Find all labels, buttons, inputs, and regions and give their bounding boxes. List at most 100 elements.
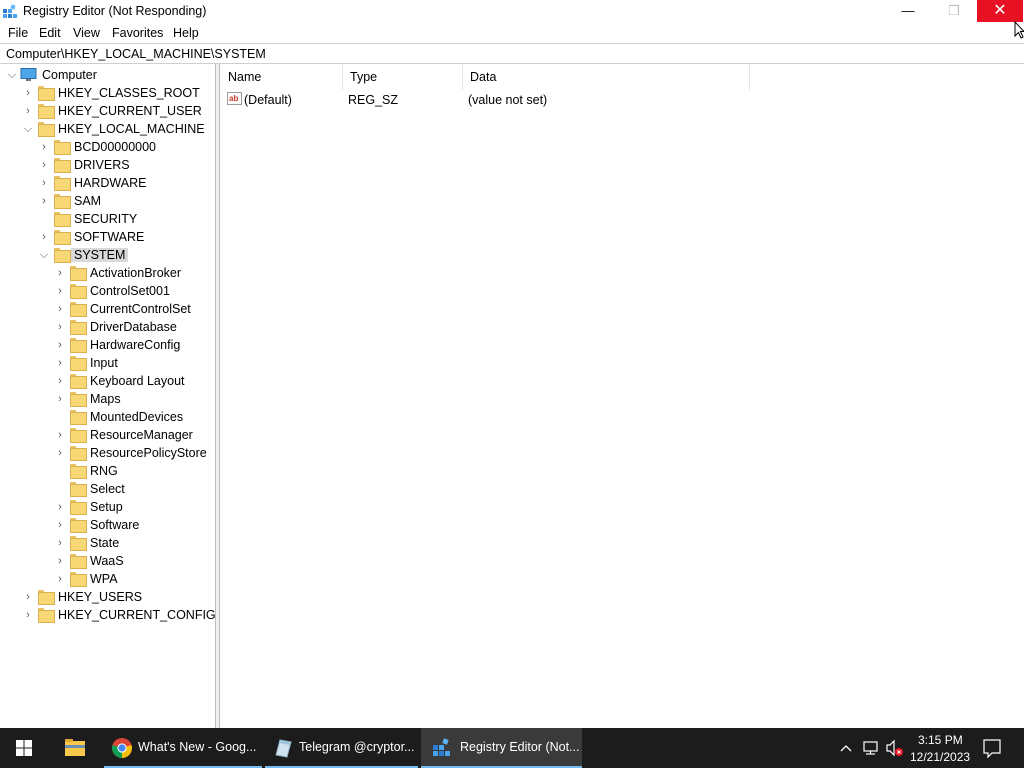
pane-splitter[interactable] bbox=[216, 64, 220, 728]
tree-item-hkey-current-user[interactable]: › HKEY_CURRENT_USER bbox=[0, 102, 215, 120]
clock-date[interactable]: 12/21/2023 bbox=[910, 750, 970, 764]
tree-item-bcd[interactable]: › BCD00000000 bbox=[0, 138, 215, 156]
tree-label: Setup bbox=[90, 500, 123, 514]
taskbar-app-chrome[interactable]: What's New - Goog... bbox=[104, 728, 262, 768]
chevron-right-icon[interactable]: › bbox=[54, 499, 66, 515]
tree-item-resourcemanager[interactable]: › ResourceManager bbox=[0, 426, 215, 444]
folder-icon bbox=[70, 446, 87, 461]
chevron-right-icon[interactable]: › bbox=[54, 391, 66, 407]
folder-icon bbox=[54, 194, 71, 209]
file-explorer-icon[interactable] bbox=[53, 728, 97, 768]
menu-favorites[interactable]: Favorites bbox=[112, 26, 163, 40]
tree-item-system[interactable]: ⌵ SYSTEM bbox=[0, 246, 215, 264]
chevron-right-icon[interactable]: › bbox=[22, 607, 34, 623]
address-bar[interactable]: Computer\HKEY_LOCAL_MACHINE\SYSTEM bbox=[0, 43, 1024, 64]
maximize-button[interactable]: ❐ bbox=[931, 0, 977, 22]
chevron-down-icon[interactable]: ⌵ bbox=[22, 121, 34, 137]
tree-item-hardware[interactable]: › HARDWARE bbox=[0, 174, 215, 192]
tree-item-maps[interactable]: › Maps bbox=[0, 390, 215, 408]
tree-item-waas[interactable]: › WaaS bbox=[0, 552, 215, 570]
chevron-right-icon[interactable]: › bbox=[38, 175, 50, 191]
tree-item-select[interactable]: Select bbox=[0, 480, 215, 498]
column-header-name[interactable]: Name bbox=[221, 64, 343, 90]
tree-item-keyboard-layout[interactable]: › Keyboard Layout bbox=[0, 372, 215, 390]
value-row[interactable]: ab (Default) REG_SZ (value not set) bbox=[221, 90, 821, 108]
chevron-right-icon[interactable]: › bbox=[54, 355, 66, 371]
taskbar-app-regedit[interactable]: Registry Editor (Not... bbox=[421, 728, 582, 768]
telegram-icon bbox=[275, 739, 292, 758]
menu-file[interactable]: File bbox=[8, 26, 28, 40]
folder-icon bbox=[70, 464, 87, 479]
tree-label: SOFTWARE bbox=[74, 230, 145, 244]
column-header-type[interactable]: Type bbox=[343, 64, 463, 90]
tree-item-mounteddevices[interactable]: MountedDevices bbox=[0, 408, 215, 426]
chevron-right-icon[interactable]: › bbox=[22, 589, 34, 605]
chevron-right-icon[interactable]: › bbox=[54, 319, 66, 335]
tree-item-drivers[interactable]: › DRIVERS bbox=[0, 156, 215, 174]
chevron-right-icon[interactable]: › bbox=[54, 265, 66, 281]
folder-icon bbox=[54, 140, 71, 155]
folder-icon bbox=[70, 356, 87, 371]
tree-item-hkey-local-machine[interactable]: ⌵ HKEY_LOCAL_MACHINE bbox=[0, 120, 215, 138]
chevron-right-icon[interactable]: › bbox=[38, 157, 50, 173]
tree-item-setup[interactable]: › Setup bbox=[0, 498, 215, 516]
values-list-pane[interactable]: Name Type Data ab (Default) REG_SZ (valu… bbox=[221, 64, 1024, 728]
computer-icon bbox=[20, 68, 37, 81]
tree-item-hkey-users[interactable]: › HKEY_USERS bbox=[0, 588, 215, 606]
menu-view[interactable]: View bbox=[73, 26, 100, 40]
address-path[interactable]: Computer\HKEY_LOCAL_MACHINE\SYSTEM bbox=[6, 47, 266, 61]
tree-item-rng[interactable]: RNG bbox=[0, 462, 215, 480]
tree-label: ActivationBroker bbox=[90, 266, 182, 280]
chevron-right-icon[interactable]: › bbox=[54, 283, 66, 299]
tree-item-driverdatabase[interactable]: › DriverDatabase bbox=[0, 318, 215, 336]
menu-help[interactable]: Help bbox=[173, 26, 199, 40]
tree-label: Maps bbox=[90, 392, 121, 406]
tree-item-state[interactable]: › State bbox=[0, 534, 215, 552]
chevron-right-icon[interactable]: › bbox=[54, 373, 66, 389]
tree-item-resourcepolicystore[interactable]: › ResourcePolicyStore bbox=[0, 444, 215, 462]
tree-item-software-sub[interactable]: › Software bbox=[0, 516, 215, 534]
folder-icon bbox=[38, 608, 55, 623]
chevron-right-icon[interactable]: › bbox=[54, 535, 66, 551]
tree-item-wpa[interactable]: › WPA bbox=[0, 570, 215, 588]
tree-item-controlset001[interactable]: › ControlSet001 bbox=[0, 282, 215, 300]
column-header-data[interactable]: Data bbox=[463, 64, 750, 90]
tree-item-hkey-classes-root[interactable]: › HKEY_CLASSES_ROOT bbox=[0, 84, 215, 102]
folder-icon bbox=[38, 590, 55, 605]
chevron-right-icon[interactable]: › bbox=[38, 229, 50, 245]
clock-time[interactable]: 3:15 PM bbox=[918, 733, 963, 747]
chevron-right-icon[interactable]: › bbox=[38, 139, 50, 155]
close-button[interactable]: ✕ bbox=[977, 0, 1023, 22]
windows-start-icon[interactable] bbox=[0, 728, 48, 768]
menu-edit[interactable]: Edit bbox=[39, 26, 61, 40]
notifications-icon[interactable] bbox=[980, 728, 1004, 768]
chevron-right-icon[interactable]: › bbox=[54, 445, 66, 461]
minimize-button[interactable]: — bbox=[885, 0, 931, 22]
tree-item-hardwareconfig[interactable]: › HardwareConfig bbox=[0, 336, 215, 354]
chevron-right-icon[interactable]: › bbox=[54, 427, 66, 443]
chevron-right-icon[interactable]: › bbox=[54, 337, 66, 353]
tree-item-currentcontrolset[interactable]: › CurrentControlSet bbox=[0, 300, 215, 318]
tree-pane[interactable]: ⌵ Computer › HKEY_CLASSES_ROOT › HKEY_CU… bbox=[0, 64, 216, 728]
chevron-down-icon[interactable]: ⌵ bbox=[6, 67, 18, 83]
chevron-right-icon[interactable]: › bbox=[54, 301, 66, 317]
tree-item-sam[interactable]: › SAM bbox=[0, 192, 215, 210]
chevron-right-icon[interactable]: › bbox=[22, 103, 34, 119]
volume-muted-icon[interactable] bbox=[884, 728, 906, 768]
chevron-right-icon[interactable]: › bbox=[38, 193, 50, 209]
tree-item-software[interactable]: › SOFTWARE bbox=[0, 228, 215, 246]
tree-item-hkey-current-config[interactable]: › HKEY_CURRENT_CONFIG bbox=[0, 606, 215, 624]
network-icon[interactable] bbox=[860, 728, 882, 768]
tree-item-computer[interactable]: ⌵ Computer bbox=[0, 66, 215, 84]
chevron-right-icon[interactable]: › bbox=[22, 85, 34, 101]
chevron-right-icon[interactable]: › bbox=[54, 571, 66, 587]
taskbar-app-telegram[interactable]: Telegram @cryptor... bbox=[265, 728, 418, 768]
tree-item-security[interactable]: SECURITY bbox=[0, 210, 215, 228]
chevron-down-icon[interactable]: ⌵ bbox=[38, 247, 50, 263]
chevron-up-icon[interactable] bbox=[836, 728, 856, 768]
chevron-right-icon[interactable]: › bbox=[54, 517, 66, 533]
chevron-right-icon[interactable]: › bbox=[54, 553, 66, 569]
tree-item-activationbroker[interactable]: › ActivationBroker bbox=[0, 264, 215, 282]
tree-item-input[interactable]: › Input bbox=[0, 354, 215, 372]
string-value-icon: ab bbox=[227, 92, 242, 105]
